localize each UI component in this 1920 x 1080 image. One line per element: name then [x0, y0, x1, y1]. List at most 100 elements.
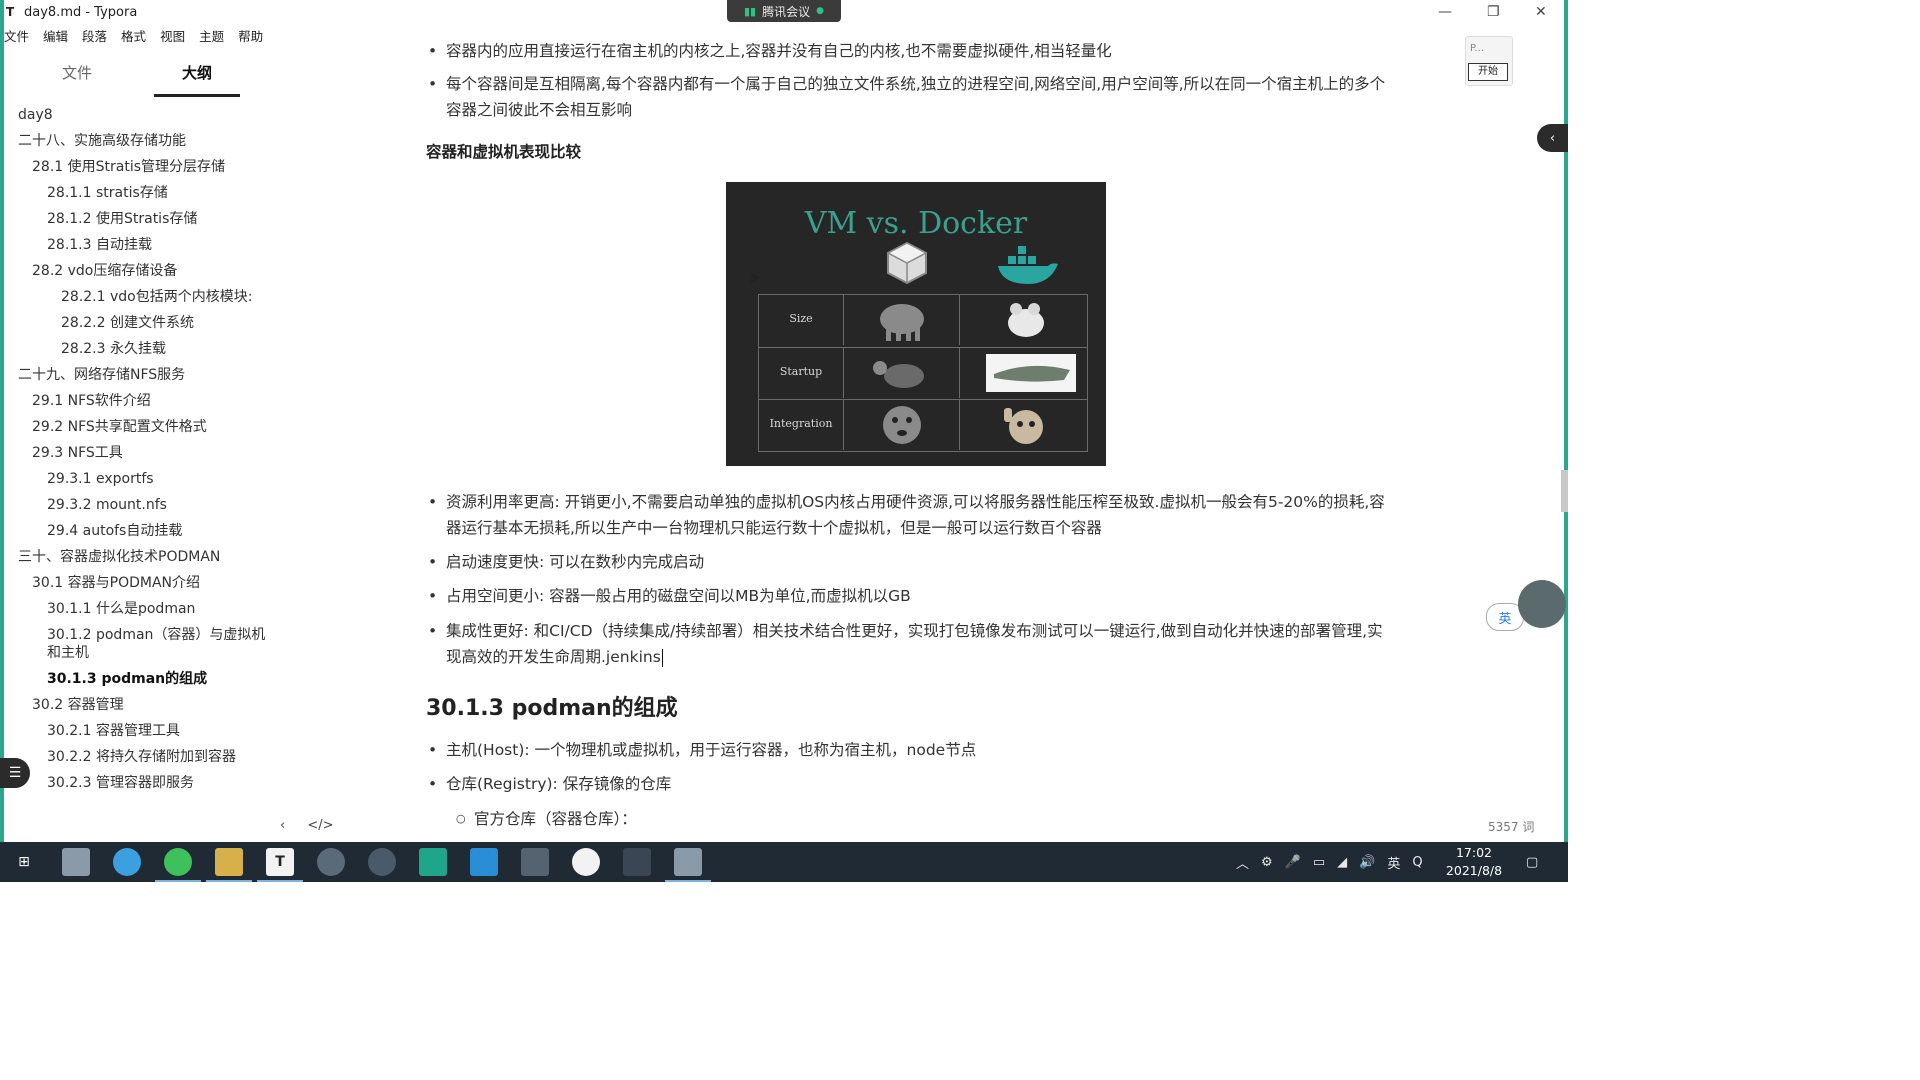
maximize-button[interactable]: ❐ — [1487, 0, 1500, 24]
camera-app-icon[interactable] — [623, 848, 651, 876]
outline-item[interactable]: 28.2.1 vdo包括两个内核模块: — [61, 288, 252, 306]
outline-item[interactable]: 30.2 容器管理 — [32, 696, 124, 714]
signal-icon: ▮▮ — [744, 4, 757, 18]
sidebar-footer: ‹ </> — [280, 818, 334, 833]
volume-icon[interactable]: 🔊 — [1359, 855, 1375, 870]
row-label: Size — [789, 312, 813, 325]
settings-icon[interactable]: ⚙ — [1261, 855, 1273, 870]
app-icon[interactable] — [62, 848, 90, 876]
terminal-app-icon[interactable] — [368, 848, 396, 876]
wechat-icon[interactable] — [164, 848, 192, 876]
menu-theme[interactable]: 主题 — [199, 26, 224, 44]
outline-item[interactable]: 30.1.2 podman（容器）与虚拟机和主机 — [47, 626, 267, 662]
outline-item[interactable]: 30.1.1 什么是podman — [47, 600, 195, 618]
avatar[interactable] — [1518, 580, 1566, 628]
microphone-icon[interactable]: 🎤 — [1285, 855, 1301, 870]
scrollbar-thumb[interactable] — [1561, 470, 1568, 512]
outline-item[interactable]: 28.2 vdo压缩存储设备 — [32, 262, 177, 280]
taskbar: ⊞ T ︿ ⚙ 🎤 ▭ ◢ 🔊 英 Q 17:02 2021/8/8 ▢ — [0, 842, 1568, 882]
clock-time: 17:02 — [1455, 845, 1493, 860]
notification-icon[interactable]: ▢ — [1526, 842, 1538, 882]
list-item: 资源利用率更高: 开销更小,不需要启动单独的虚拟机OS内核占用硬件资源,可以将服… — [428, 489, 1398, 541]
remote-app-icon[interactable] — [470, 848, 498, 876]
windows-start-icon[interactable]: ⊞ — [10, 848, 38, 876]
outline-item[interactable]: 29.3.1 exportfs — [47, 470, 154, 488]
comparison-table: Size Startup Integration — [758, 294, 1088, 452]
app-icon[interactable] — [674, 848, 702, 876]
text-cursor — [661, 648, 663, 667]
clock[interactable]: 17:02 2021/8/8 — [1440, 844, 1508, 880]
thumbs-up-icon — [959, 400, 1088, 450]
outline-item[interactable]: 29.1 NFS软件介绍 — [32, 392, 151, 410]
outline-item[interactable]: 二十八、实施高级存储功能 — [18, 132, 186, 150]
list-item: 启动速度更快: 可以在数秒内完成启动 — [428, 549, 1398, 575]
tab-files[interactable]: 文件 — [62, 62, 92, 83]
outline-item[interactable]: 三十、容器虚拟化技术PODMAN — [18, 548, 220, 566]
window-title: day8.md - Typora — [24, 4, 138, 20]
typora-app-icon: T — [6, 5, 15, 19]
start-button[interactable]: 开始 — [1468, 63, 1508, 81]
taskbar-active-indicator — [665, 880, 711, 882]
chevron-left-icon: ‹ — [1549, 130, 1556, 146]
outline-item[interactable]: 30.2.3 管理容器即服务 — [47, 774, 194, 792]
outline-item-active[interactable]: 30.1.3 podman的组成 — [47, 670, 207, 688]
outline-item[interactable]: 28.1 使用Stratis管理分层存储 — [32, 158, 225, 176]
list-item: 集成性更好: 和CI/CD（持续集成/持续部署）相关技术结合性更好，实现打包镜像… — [428, 618, 1398, 670]
turtle-icon — [843, 348, 960, 398]
chart-app-icon[interactable] — [419, 848, 447, 876]
minimize-button[interactable]: — — [1438, 0, 1452, 24]
chevron-up-icon[interactable]: ︿ — [1236, 853, 1249, 872]
sidebar-toggle-button[interactable]: ☰ — [0, 758, 30, 788]
menu-bar: 文件 编辑 段落 格式 视图 主题 帮助 — [4, 26, 277, 44]
outline-item[interactable]: 30.2.1 容器管理工具 — [47, 722, 180, 740]
close-button[interactable]: ✕ — [1535, 0, 1547, 24]
tencent-meeting-icon[interactable] — [572, 848, 600, 876]
outline-item[interactable]: 29.3.2 mount.nfs — [47, 496, 167, 514]
file-explorer-icon[interactable] — [215, 848, 243, 876]
outline-item[interactable]: 二十九、网络存储NFS服务 — [18, 366, 185, 384]
menu-view[interactable]: 视图 — [160, 26, 185, 44]
tencent-meeting-bar[interactable]: ▮▮ 腾讯会议 ● — [727, 0, 841, 22]
word-count[interactable]: 5357 词 — [1488, 818, 1534, 835]
browser-icon[interactable] — [113, 848, 141, 876]
typora-icon[interactable]: T — [266, 848, 294, 876]
tab-outline-indicator — [154, 94, 240, 97]
outline-item[interactable]: 28.2.3 永久挂载 — [61, 340, 166, 358]
menu-help[interactable]: 帮助 — [238, 26, 263, 44]
music-app-icon[interactable] — [317, 848, 345, 876]
source-code-toggle-icon[interactable]: </> — [307, 818, 333, 833]
menu-format[interactable]: 格式 — [121, 26, 146, 44]
outline-item[interactable]: 30.2.2 将持久存储附加到容器 — [47, 748, 236, 766]
docker-whale-icon — [998, 246, 1058, 284]
row-label: Startup — [779, 365, 823, 378]
battery-icon[interactable]: ▭ — [1313, 855, 1325, 870]
network-icon[interactable]: ◢ — [1337, 855, 1347, 870]
menu-file[interactable]: 文件 — [4, 26, 29, 44]
collapse-left-icon[interactable]: ‹ — [280, 818, 285, 833]
row-label: Integration — [769, 417, 833, 430]
outline-item[interactable]: 28.1.3 自动挂载 — [47, 236, 152, 254]
ime-language[interactable]: 英 — [1387, 853, 1400, 872]
outline-item[interactable]: 30.1 容器与PODMAN介绍 — [32, 574, 200, 592]
outline-item[interactable]: 28.2.2 创建文件系统 — [61, 314, 194, 332]
panel-toggle-button[interactable]: ‹ — [1537, 124, 1568, 152]
vm-vs-docker-image: VM vs. Docker Size Startup Integration — [726, 182, 1106, 466]
tab-outline[interactable]: 大纲 — [182, 62, 212, 83]
virtualbox-icon — [886, 241, 928, 285]
video-app-icon[interactable] — [521, 848, 549, 876]
outline-item[interactable]: 28.1.2 使用Stratis存储 — [47, 210, 197, 228]
heading-podman-components: 30.1.3 podman的组成 — [426, 696, 678, 721]
qq-icon[interactable]: Q — [1412, 855, 1422, 870]
elephant-icon — [843, 295, 960, 345]
menu-edit[interactable]: 编辑 — [43, 26, 68, 44]
outline-item[interactable]: 28.1.1 stratis存储 — [47, 184, 168, 202]
outline-item[interactable]: 29.3 NFS工具 — [32, 444, 123, 462]
outline-item[interactable]: 29.4 autofs自动挂载 — [47, 522, 182, 540]
menu-paragraph[interactable]: 段落 — [82, 26, 107, 44]
outline-item[interactable]: 29.2 NFS共享配置文件格式 — [32, 418, 207, 436]
list-item: 每个容器间是互相隔离,每个容器内都有一个属于自己的独立文件系统,独立的进程空间,… — [428, 71, 1398, 123]
heading-compare: 容器和虚拟机表现比较 — [426, 143, 582, 161]
outline-item[interactable]: day8 — [18, 106, 53, 124]
floating-widget: P... 开始 — [1465, 36, 1513, 86]
sidebar-tabs: 文件 大纲 — [4, 56, 268, 97]
